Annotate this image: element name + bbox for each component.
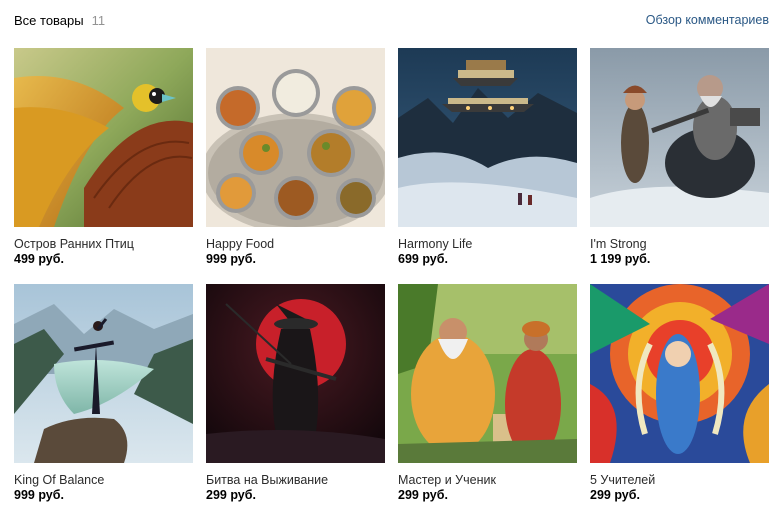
product-image-yoga-balance[interactable] — [14, 284, 193, 463]
product-card[interactable]: Битва на Выживание 299 руб. — [206, 284, 385, 520]
product-image-samurai[interactable] — [206, 284, 385, 463]
product-card[interactable]: 5 Учителей 299 руб. — [590, 284, 769, 520]
product-count: 11 — [91, 12, 106, 28]
product-card[interactable]: Harmony Life 699 руб. — [398, 48, 577, 284]
bird-artwork — [14, 48, 193, 227]
product-image-master-student[interactable] — [398, 284, 577, 463]
section-title[interactable]: Все товары — [14, 13, 84, 28]
product-card[interactable]: Остров Ранних Птиц 499 руб. — [14, 48, 193, 284]
samurai-artwork — [206, 284, 385, 463]
product-title[interactable]: Битва на Выживание — [206, 472, 385, 488]
product-image-warriors[interactable] — [590, 48, 769, 227]
product-title[interactable]: Мастер и Ученик — [398, 472, 577, 488]
product-price: 1 199 руб. — [590, 252, 651, 266]
food-platter-artwork — [206, 48, 385, 227]
product-title[interactable]: Harmony Life — [398, 236, 577, 252]
product-image-food[interactable] — [206, 48, 385, 227]
five-teachers-artwork — [590, 284, 769, 463]
product-title[interactable]: King Of Balance — [14, 472, 193, 488]
product-card[interactable]: Happy Food 999 руб. — [206, 48, 385, 284]
warriors-artwork — [590, 48, 769, 227]
section-header: Все товары 11 Обзор комментариев — [14, 0, 769, 40]
product-price: 299 руб. — [206, 488, 256, 502]
mountain-temple-artwork — [398, 48, 577, 227]
product-price: 999 руб. — [14, 488, 64, 502]
product-image-five-teachers[interactable] — [590, 284, 769, 463]
product-grid: Остров Ранних Птиц 499 руб. Happy Food 9… — [14, 48, 769, 520]
product-title[interactable]: Happy Food — [206, 236, 385, 252]
product-price: 299 руб. — [590, 488, 640, 502]
product-title[interactable]: I'm Strong — [590, 236, 769, 252]
product-title[interactable]: Остров Ранних Птиц — [14, 236, 193, 252]
reviews-overview-link[interactable]: Обзор комментариев — [646, 13, 769, 27]
product-card[interactable]: Мастер и Ученик 299 руб. — [398, 284, 577, 520]
section-title-group: Все товары 11 — [14, 13, 105, 28]
master-student-artwork — [398, 284, 577, 463]
product-image-bird-of-paradise[interactable] — [14, 48, 193, 227]
product-title[interactable]: 5 Учителей — [590, 472, 769, 488]
product-card[interactable]: King Of Balance 999 руб. — [14, 284, 193, 520]
yoga-balance-artwork — [14, 284, 193, 463]
product-price: 499 руб. — [14, 252, 64, 266]
product-price: 299 руб. — [398, 488, 448, 502]
product-price: 699 руб. — [398, 252, 448, 266]
product-image-mountain-temple[interactable] — [398, 48, 577, 227]
product-price: 999 руб. — [206, 252, 256, 266]
product-card[interactable]: I'm Strong 1 199 руб. — [590, 48, 769, 284]
